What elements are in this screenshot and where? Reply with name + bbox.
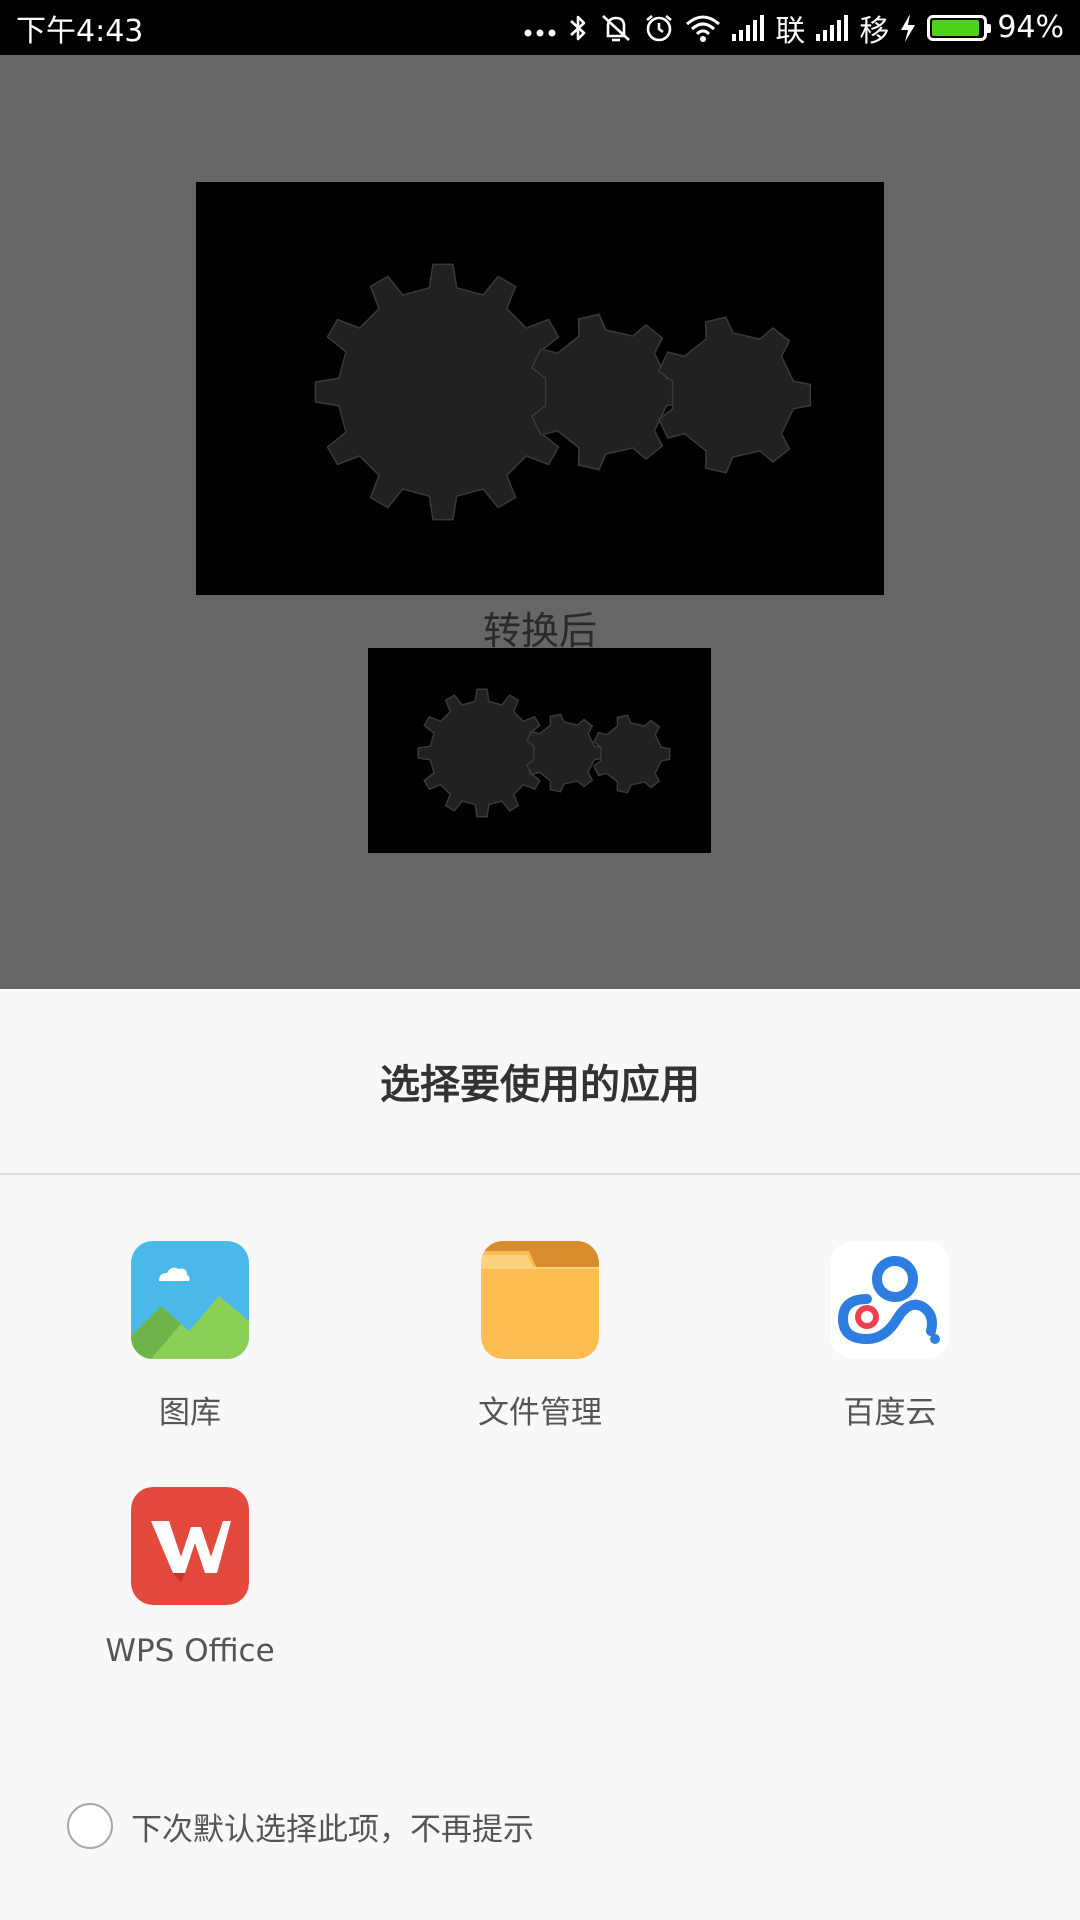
app-item-gallery[interactable]: 图库 <box>40 1241 340 1451</box>
signal-icon-1 <box>731 14 765 42</box>
converted-image <box>368 648 711 853</box>
battery-fill <box>932 19 980 36</box>
app-label: 图库 <box>159 1395 221 1431</box>
baidu-cloud-icon <box>831 1241 949 1359</box>
more-dots-icon <box>523 13 557 43</box>
wifi-icon <box>685 13 721 43</box>
sheet-title: 选择要使用的应用 <box>380 1062 700 1108</box>
file-manager-icon <box>481 1241 599 1359</box>
status-time: 下午4:43 <box>16 13 144 49</box>
app-item-wps-office[interactable]: WPS Office <box>40 1487 340 1697</box>
app-label: 百度云 <box>843 1395 937 1431</box>
remember-choice-row[interactable]: 下次默认选择此项，不再提示 <box>67 1803 534 1849</box>
vibrate-mute-icon <box>599 12 633 44</box>
app-label: WPS Office <box>105 1633 275 1669</box>
gears-illustration-large <box>314 263 812 521</box>
gear-shape-0 <box>417 688 547 818</box>
converted-caption: 转换后 <box>482 609 597 653</box>
battery-icon <box>927 14 992 41</box>
remember-label: 下次默认选择此项，不再提示 <box>131 1811 534 1848</box>
gear-shape-2 <box>657 316 812 474</box>
signal-icon-2 <box>815 14 849 42</box>
gear-shape-2 <box>592 714 671 794</box>
sheet-divider <box>0 1173 1080 1175</box>
carrier-1: 联 <box>775 13 806 49</box>
app-item-baidu-cloud[interactable]: 百度云 <box>740 1241 1040 1451</box>
battery-percent: 94% <box>997 10 1064 45</box>
app-item-file-manager[interactable]: 文件管理 <box>390 1241 690 1451</box>
gear-shape-0 <box>314 263 572 521</box>
original-image <box>196 182 884 595</box>
carrier-2: 移 <box>859 13 890 49</box>
bluetooth-icon <box>567 12 589 44</box>
remember-checkbox[interactable] <box>67 1803 113 1849</box>
gallery-icon <box>131 1241 249 1359</box>
charging-icon <box>899 13 917 43</box>
background-content: 转换后 <box>0 55 1080 989</box>
app-chooser-sheet: 选择要使用的应用 图库 文件管理 百度云 WPS Office 下次默认选择此项… <box>0 989 1080 1920</box>
wps-office-icon <box>131 1487 249 1605</box>
app-label: 文件管理 <box>478 1395 602 1431</box>
status-bar: 下午4:43 联 移 94% <box>0 0 1080 55</box>
alarm-icon <box>643 12 675 44</box>
gears-illustration-small <box>417 688 671 818</box>
